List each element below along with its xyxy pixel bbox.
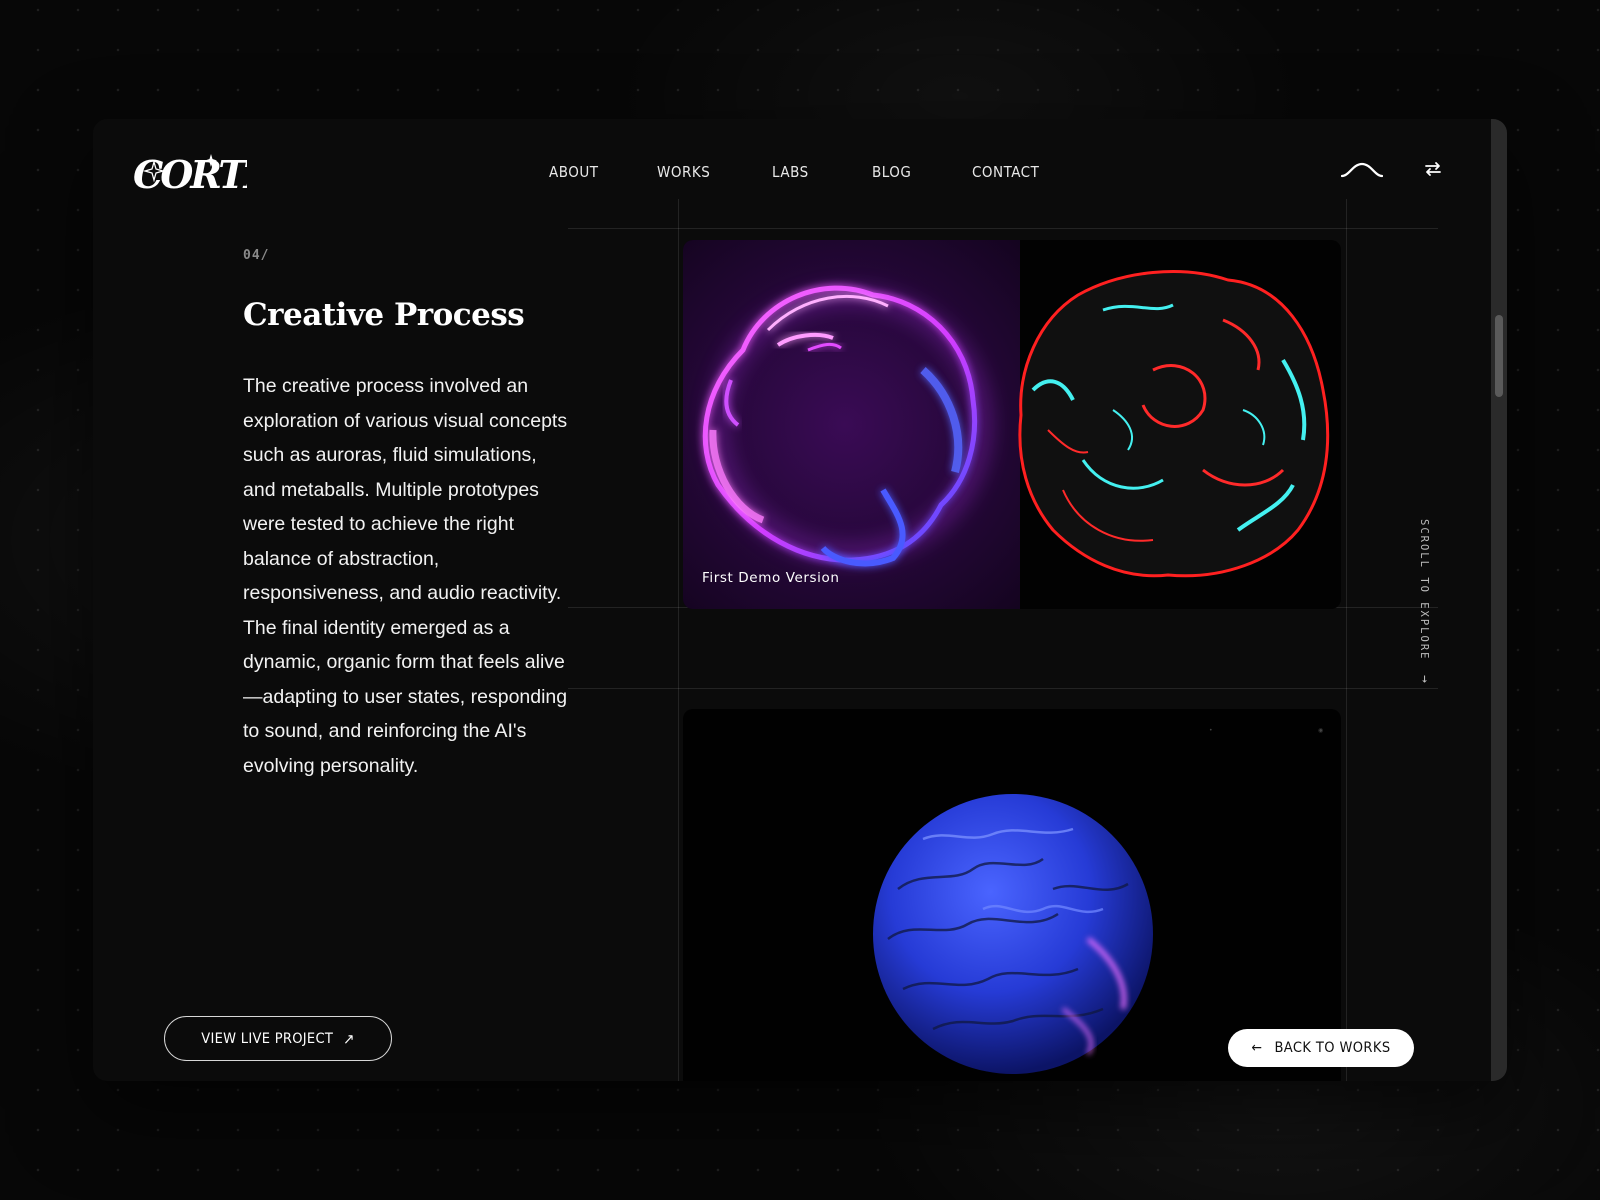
- metaball-blob-image: [1018, 270, 1330, 578]
- wave-icon[interactable]: [1340, 159, 1384, 186]
- scroll-hint-label: SCROLL TO EXPLORE: [1418, 519, 1430, 661]
- arrow-up-right-icon: ↗: [343, 1029, 355, 1048]
- page-title: Creative Process: [243, 297, 525, 333]
- nav-item-works[interactable]: WORKS: [657, 163, 710, 181]
- section-number: 04/: [243, 248, 270, 263]
- brand-logo[interactable]: CORTIZ: [133, 152, 247, 197]
- view-live-project-button[interactable]: VIEW LIVE PROJECT ↗: [164, 1016, 392, 1061]
- back-to-works-button[interactable]: ← BACK TO WORKS: [1228, 1029, 1414, 1067]
- view-live-project-label: VIEW LIVE PROJECT: [201, 1030, 334, 1047]
- gallery-card-sphere[interactable]: • ◉: [683, 709, 1341, 1081]
- section-body: The creative process involved an explora…: [243, 375, 568, 777]
- scrollbar-thumb[interactable]: [1495, 315, 1503, 397]
- nav-item-contact[interactable]: CONTACT: [972, 163, 1039, 181]
- aurora-orb-image: [702, 270, 1330, 578]
- nav-item-about[interactable]: ABOUT: [549, 163, 598, 181]
- nav-item-labs[interactable]: LABS: [772, 163, 809, 181]
- scrollbar-track[interactable]: [1491, 119, 1507, 1081]
- scroll-to-explore[interactable]: SCROLL TO EXPLORE →: [1417, 519, 1432, 685]
- svg-text:CORTIZ: CORTIZ: [133, 152, 247, 197]
- grid-line: [568, 688, 1438, 689]
- arrow-down-icon: →: [1417, 674, 1432, 685]
- logo-wordmark: CORTIZ: [133, 152, 247, 197]
- grid-line: [1346, 199, 1347, 1081]
- arrow-left-icon: ←: [1251, 1040, 1263, 1056]
- grid-line: [678, 199, 679, 1081]
- gallery-card-demo[interactable]: First Demo Version: [683, 240, 1341, 609]
- blue-sphere-image: [873, 794, 1153, 1074]
- nav-item-blog[interactable]: BLOG: [872, 163, 911, 181]
- card-caption: First Demo Version: [702, 570, 840, 586]
- back-to-works-label: BACK TO WORKS: [1274, 1040, 1391, 1056]
- app-window: CORTIZ ABOUT WORKS LABS BLOG CONTACT 04/…: [93, 119, 1507, 1081]
- swap-arrows-icon[interactable]: [1423, 159, 1443, 184]
- grid-line: [568, 228, 1438, 229]
